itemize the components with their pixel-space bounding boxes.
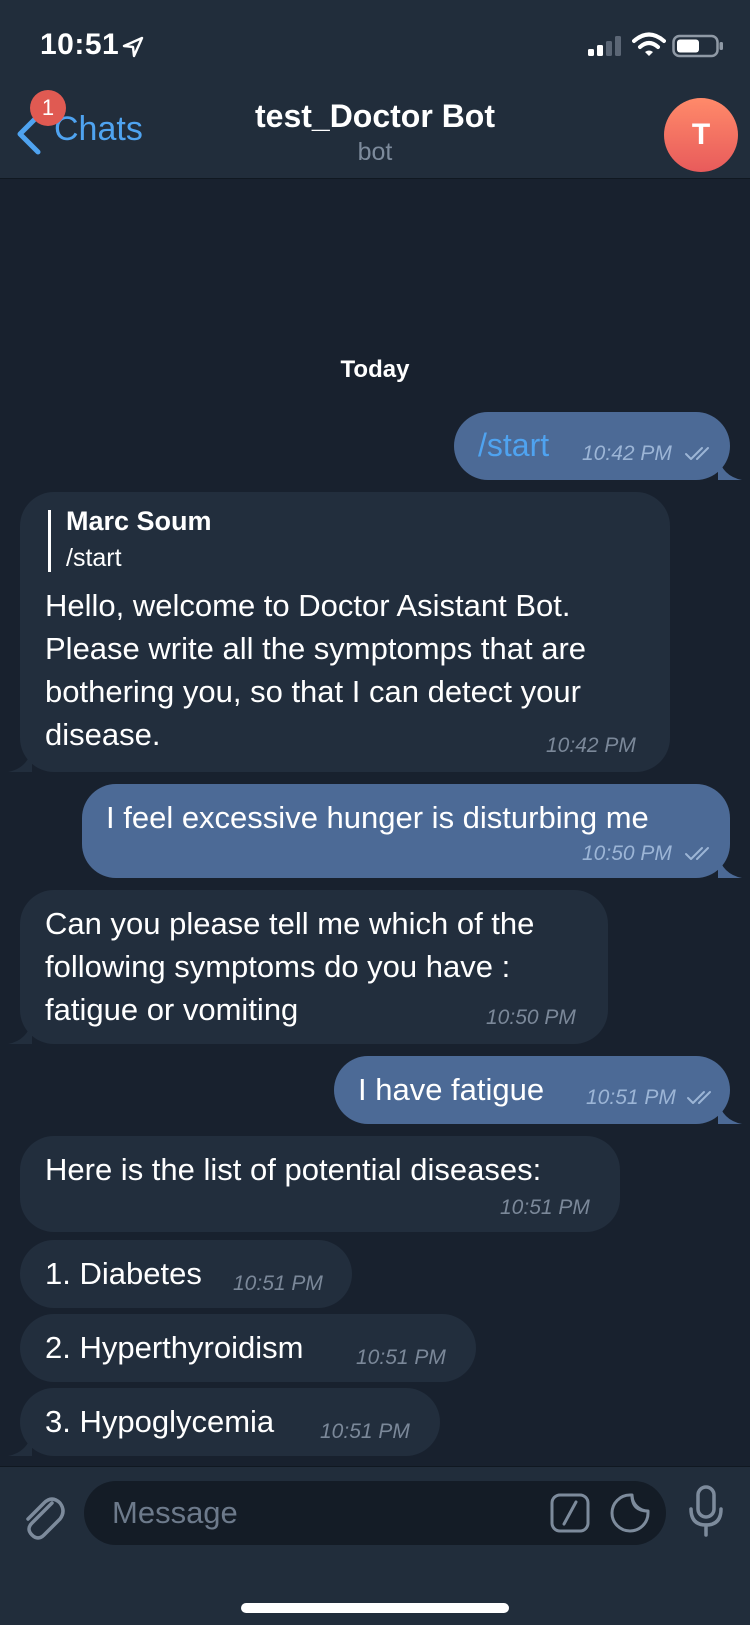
message-bubble-outgoing[interactable]: I have fatigue 10:51 PM [334, 1056, 730, 1124]
message-bubble-incoming[interactable]: 2. Hyperthyroidism 10:51 PM [20, 1314, 476, 1382]
double-check-icon [685, 847, 709, 860]
avatar[interactable]: T [664, 98, 738, 172]
bubble-tail [8, 1432, 32, 1456]
message-text: Here is the list of potential diseases: [45, 1152, 542, 1187]
reply-quote-bar [48, 510, 51, 572]
message-text: I feel excessive hunger is disturbing me [106, 800, 649, 835]
microphone-icon[interactable] [688, 1485, 724, 1537]
home-indicator [241, 1603, 509, 1613]
date-separator: Today [340, 356, 410, 383]
paperclip-icon[interactable] [18, 1489, 66, 1543]
reply-sender-name: Marc Soum [66, 506, 212, 536]
composer-bar [0, 1466, 750, 1625]
message-bubble-incoming[interactable]: 1. Diabetes 10:51 PM [20, 1240, 352, 1308]
message-text: I have fatigue [358, 1072, 545, 1107]
reply-quoted-text: /start [66, 544, 122, 572]
message-time: 10:51 PM [233, 1272, 323, 1295]
message-time: 10:42 PM [546, 734, 636, 757]
message-time: 10:51 PM [586, 1086, 676, 1109]
location-arrow-icon [122, 36, 144, 58]
bot-command-icon[interactable] [550, 1493, 590, 1533]
wifi-icon [632, 32, 666, 56]
bubble-tail [8, 1020, 32, 1044]
chat-title[interactable]: test_Doctor Bot [0, 98, 750, 135]
message-bubble-incoming[interactable]: Marc Soum /start Hello, welcome to Docto… [20, 492, 670, 772]
message-bubble-incoming[interactable]: 3. Hypoglycemia 10:51 PM [20, 1388, 440, 1456]
message-bubble-outgoing[interactable]: /start 10:42 PM [454, 412, 730, 480]
message-text: /start [478, 427, 550, 463]
bubble-tail [718, 1100, 742, 1124]
message-text: Can you please tell me which of the foll… [45, 906, 535, 1027]
message-time: 10:42 PM [582, 442, 672, 465]
message-time: 10:51 PM [356, 1346, 446, 1369]
message-text: 2. Hyperthyroidism [45, 1330, 304, 1365]
message-time: 10:50 PM [582, 842, 672, 865]
message-bubble-outgoing[interactable]: I feel excessive hunger is disturbing me… [82, 784, 730, 878]
bubble-tail [8, 748, 32, 772]
message-text: Hello, welcome to Doctor Asistant Bot. P… [45, 588, 587, 752]
sticker-icon[interactable] [610, 1493, 650, 1533]
message-time: 10:51 PM [500, 1196, 590, 1219]
signal-icon [588, 36, 621, 56]
double-check-icon [687, 1091, 711, 1104]
bubble-tail [718, 854, 742, 878]
message-bubble-incoming[interactable]: Here is the list of potential diseases: … [20, 1136, 620, 1232]
status-time: 10:51 [40, 28, 120, 61]
bubble-tail [718, 456, 742, 480]
chat-header: 10:51 Chats 1 test_Doctor Bot bot T [0, 0, 750, 179]
message-text: 1. Diabetes [45, 1256, 202, 1291]
message-bubble-incoming[interactable]: Can you please tell me which of the foll… [20, 890, 608, 1044]
message-text: 3. Hypoglycemia [45, 1404, 275, 1439]
chat-subtitle: bot [357, 138, 393, 166]
battery-icon [672, 34, 723, 58]
message-time: 10:51 PM [320, 1420, 410, 1443]
message-time: 10:50 PM [486, 1006, 576, 1029]
double-check-icon [685, 447, 709, 460]
